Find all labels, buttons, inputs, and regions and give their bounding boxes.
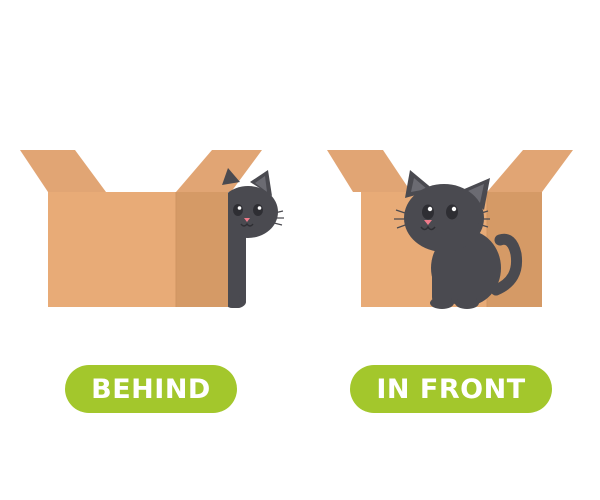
cat-eye-left — [422, 204, 434, 220]
in-front-label: IN FRONT — [350, 365, 552, 413]
cat-paw-right — [455, 297, 479, 309]
cat-eye-right — [446, 204, 458, 220]
cat-paw — [226, 296, 246, 308]
cat-head — [404, 184, 484, 252]
cat-eye-right-shine — [257, 206, 262, 210]
cat-paw-left — [430, 297, 454, 309]
box-right-back-flap — [176, 150, 262, 192]
behind-label: BEHIND — [65, 365, 237, 413]
cat-eye-right-shine — [451, 206, 457, 212]
behind-box-group — [20, 150, 284, 308]
cat-eye-left-shine — [427, 206, 433, 212]
box-right-back-flap — [487, 150, 573, 192]
illustration-scene — [20, 150, 573, 309]
cat-eye-right — [253, 204, 263, 216]
box-side-face — [176, 192, 228, 307]
front-box-group — [327, 150, 573, 309]
box-front-face — [48, 192, 176, 307]
cat-eye-left — [233, 204, 243, 216]
cat-eye-left-shine — [237, 206, 242, 210]
box-left-back-flap — [327, 150, 411, 192]
box-left-back-flap — [20, 150, 106, 192]
